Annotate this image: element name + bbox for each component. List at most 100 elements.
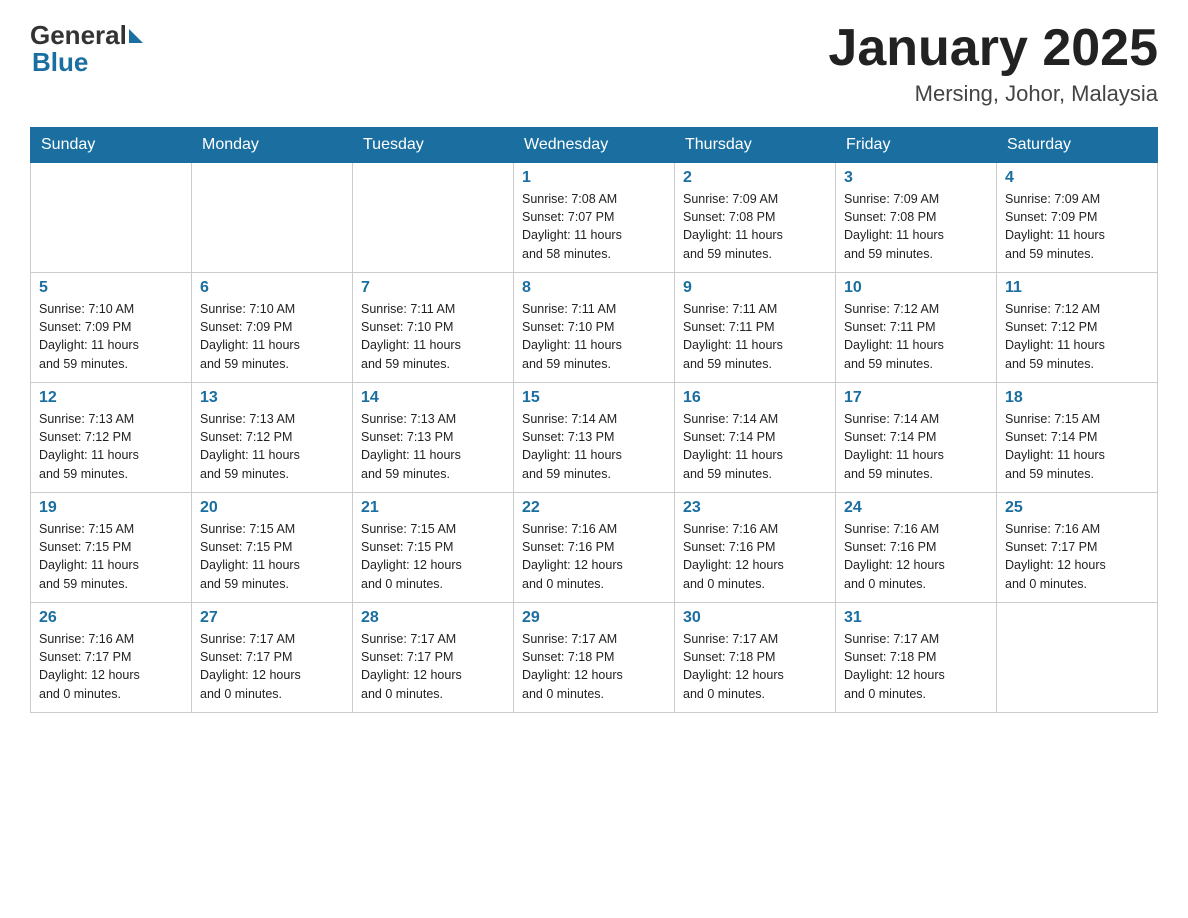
logo-arrow-icon [129,29,143,43]
calendar-cell: 6Sunrise: 7:10 AMSunset: 7:09 PMDaylight… [192,273,353,383]
day-number: 18 [1005,389,1149,407]
day-info: Sunrise: 7:09 AMSunset: 7:09 PMDaylight:… [1005,190,1149,263]
calendar-week-row: 1 Sunrise: 7:08 AMSunset: 7:07 PMDaylight… [31,163,1158,273]
calendar-cell: 12 Sunrise: 7:13 AMSunset: 7:12 PMDayligh… [31,383,192,493]
day-info: Sunrise: 7:13 AMSunset: 7:12 PMDaylight:… [200,410,344,483]
calendar-cell: 30 Sunrise: 7:17 AMSunset: 7:18 PMDayligh… [675,603,836,713]
calendar-cell [353,163,514,273]
day-number: 8 [522,279,666,297]
calendar-cell [997,603,1158,713]
day-info: Sunrise: 7:12 AMSunset: 7:12 PMDaylight:… [1005,300,1149,373]
day-number: 15 [522,389,666,407]
day-number: 21 [361,499,505,517]
day-number: 26 [39,609,183,627]
day-info: Sunrise: 7:15 AMSunset: 7:15 PMDaylight:… [200,520,344,593]
day-of-week-header: Tuesday [353,128,514,163]
day-of-week-header: Thursday [675,128,836,163]
day-number: 22 [522,499,666,517]
calendar-cell: 9 Sunrise: 7:11 AMSunset: 7:11 PMDaylight… [675,273,836,383]
calendar-cell: 24 Sunrise: 7:16 AMSunset: 7:16 PMDayligh… [836,493,997,603]
day-number: 31 [844,609,988,627]
day-info: Sunrise: 7:11 AMSunset: 7:10 PMDaylight:… [361,300,505,373]
day-number: 23 [683,499,827,517]
day-number: 20 [200,499,344,517]
page-header: General Blue January 2025 Mersing, Johor… [30,20,1158,107]
day-info: Sunrise: 7:09 AMSunset: 7:08 PMDaylight:… [844,190,988,263]
day-number: 24 [844,499,988,517]
day-info: Sunrise: 7:15 AMSunset: 7:14 PMDaylight:… [1005,410,1149,483]
day-number: 12 [39,389,183,407]
day-number: 1 [522,169,666,187]
day-info: Sunrise: 7:08 AMSunset: 7:07 PMDaylight:… [522,190,666,263]
day-number: 25 [1005,499,1149,517]
calendar-cell: 17Sunrise: 7:14 AMSunset: 7:14 PMDayligh… [836,383,997,493]
calendar-cell: 11Sunrise: 7:12 AMSunset: 7:12 PMDayligh… [997,273,1158,383]
calendar-cell: 26 Sunrise: 7:16 AMSunset: 7:17 PMDayligh… [31,603,192,713]
calendar-cell: 23 Sunrise: 7:16 AMSunset: 7:16 PMDayligh… [675,493,836,603]
day-info: Sunrise: 7:10 AMSunset: 7:09 PMDaylight:… [200,300,344,373]
day-info: Sunrise: 7:09 AMSunset: 7:08 PMDaylight:… [683,190,827,263]
day-number: 9 [683,279,827,297]
day-number: 19 [39,499,183,517]
calendar-cell: 3 Sunrise: 7:09 AMSunset: 7:08 PMDaylight… [836,163,997,273]
calendar-cell: 1 Sunrise: 7:08 AMSunset: 7:07 PMDaylight… [514,163,675,273]
calendar-cell: 19 Sunrise: 7:15 AMSunset: 7:15 PMDayligh… [31,493,192,603]
day-info: Sunrise: 7:17 AMSunset: 7:17 PMDaylight:… [200,630,344,703]
day-number: 2 [683,169,827,187]
day-info: Sunrise: 7:13 AMSunset: 7:13 PMDaylight:… [361,410,505,483]
calendar-week-row: 26 Sunrise: 7:16 AMSunset: 7:17 PMDayligh… [31,603,1158,713]
calendar-cell: 29Sunrise: 7:17 AMSunset: 7:18 PMDayligh… [514,603,675,713]
day-info: Sunrise: 7:16 AMSunset: 7:16 PMDaylight:… [683,520,827,593]
day-info: Sunrise: 7:12 AMSunset: 7:11 PMDaylight:… [844,300,988,373]
day-number: 28 [361,609,505,627]
day-number: 4 [1005,169,1149,187]
day-of-week-header: Friday [836,128,997,163]
day-number: 30 [683,609,827,627]
calendar-cell: 7 Sunrise: 7:11 AMSunset: 7:10 PMDaylight… [353,273,514,383]
calendar-week-row: 19 Sunrise: 7:15 AMSunset: 7:15 PMDayligh… [31,493,1158,603]
day-info: Sunrise: 7:16 AMSunset: 7:17 PMDaylight:… [1005,520,1149,593]
day-number: 16 [683,389,827,407]
day-of-week-header: Wednesday [514,128,675,163]
day-info: Sunrise: 7:16 AMSunset: 7:16 PMDaylight:… [844,520,988,593]
day-info: Sunrise: 7:16 AMSunset: 7:16 PMDaylight:… [522,520,666,593]
location-title: Mersing, Johor, Malaysia [828,81,1158,107]
calendar-cell: 18 Sunrise: 7:15 AMSunset: 7:14 PMDayligh… [997,383,1158,493]
day-number: 7 [361,279,505,297]
calendar-cell [192,163,353,273]
calendar-week-row: 12 Sunrise: 7:13 AMSunset: 7:12 PMDayligh… [31,383,1158,493]
day-info: Sunrise: 7:15 AMSunset: 7:15 PMDaylight:… [39,520,183,593]
day-of-week-header: Sunday [31,128,192,163]
calendar-cell: 27Sunrise: 7:17 AMSunset: 7:17 PMDayligh… [192,603,353,713]
calendar-cell: 15 Sunrise: 7:14 AMSunset: 7:13 PMDayligh… [514,383,675,493]
calendar-cell: 2 Sunrise: 7:09 AMSunset: 7:08 PMDaylight… [675,163,836,273]
calendar-cell: 28 Sunrise: 7:17 AMSunset: 7:17 PMDayligh… [353,603,514,713]
day-info: Sunrise: 7:14 AMSunset: 7:14 PMDaylight:… [683,410,827,483]
day-info: Sunrise: 7:17 AMSunset: 7:18 PMDaylight:… [844,630,988,703]
calendar-cell: 4 Sunrise: 7:09 AMSunset: 7:09 PMDaylight… [997,163,1158,273]
calendar-table: SundayMondayTuesdayWednesdayThursdayFrid… [30,127,1158,713]
day-info: Sunrise: 7:14 AMSunset: 7:13 PMDaylight:… [522,410,666,483]
day-number: 17 [844,389,988,407]
day-info: Sunrise: 7:17 AMSunset: 7:18 PMDaylight:… [683,630,827,703]
calendar-cell: 10Sunrise: 7:12 AMSunset: 7:11 PMDayligh… [836,273,997,383]
day-info: Sunrise: 7:16 AMSunset: 7:17 PMDaylight:… [39,630,183,703]
logo-blue-text: Blue [32,47,88,78]
calendar-cell [31,163,192,273]
day-of-week-header: Monday [192,128,353,163]
day-info: Sunrise: 7:15 AMSunset: 7:15 PMDaylight:… [361,520,505,593]
day-info: Sunrise: 7:10 AMSunset: 7:09 PMDaylight:… [39,300,183,373]
calendar-cell: 20 Sunrise: 7:15 AMSunset: 7:15 PMDayligh… [192,493,353,603]
calendar-cell: 13 Sunrise: 7:13 AMSunset: 7:12 PMDayligh… [192,383,353,493]
day-number: 14 [361,389,505,407]
calendar-cell: 8Sunrise: 7:11 AMSunset: 7:10 PMDaylight… [514,273,675,383]
day-number: 5 [39,279,183,297]
day-number: 3 [844,169,988,187]
day-info: Sunrise: 7:13 AMSunset: 7:12 PMDaylight:… [39,410,183,483]
calendar-header-row: SundayMondayTuesdayWednesdayThursdayFrid… [31,128,1158,163]
day-number: 13 [200,389,344,407]
day-info: Sunrise: 7:11 AMSunset: 7:11 PMDaylight:… [683,300,827,373]
calendar-cell: 16 Sunrise: 7:14 AMSunset: 7:14 PMDayligh… [675,383,836,493]
title-section: January 2025 Mersing, Johor, Malaysia [828,20,1158,107]
day-info: Sunrise: 7:17 AMSunset: 7:17 PMDaylight:… [361,630,505,703]
